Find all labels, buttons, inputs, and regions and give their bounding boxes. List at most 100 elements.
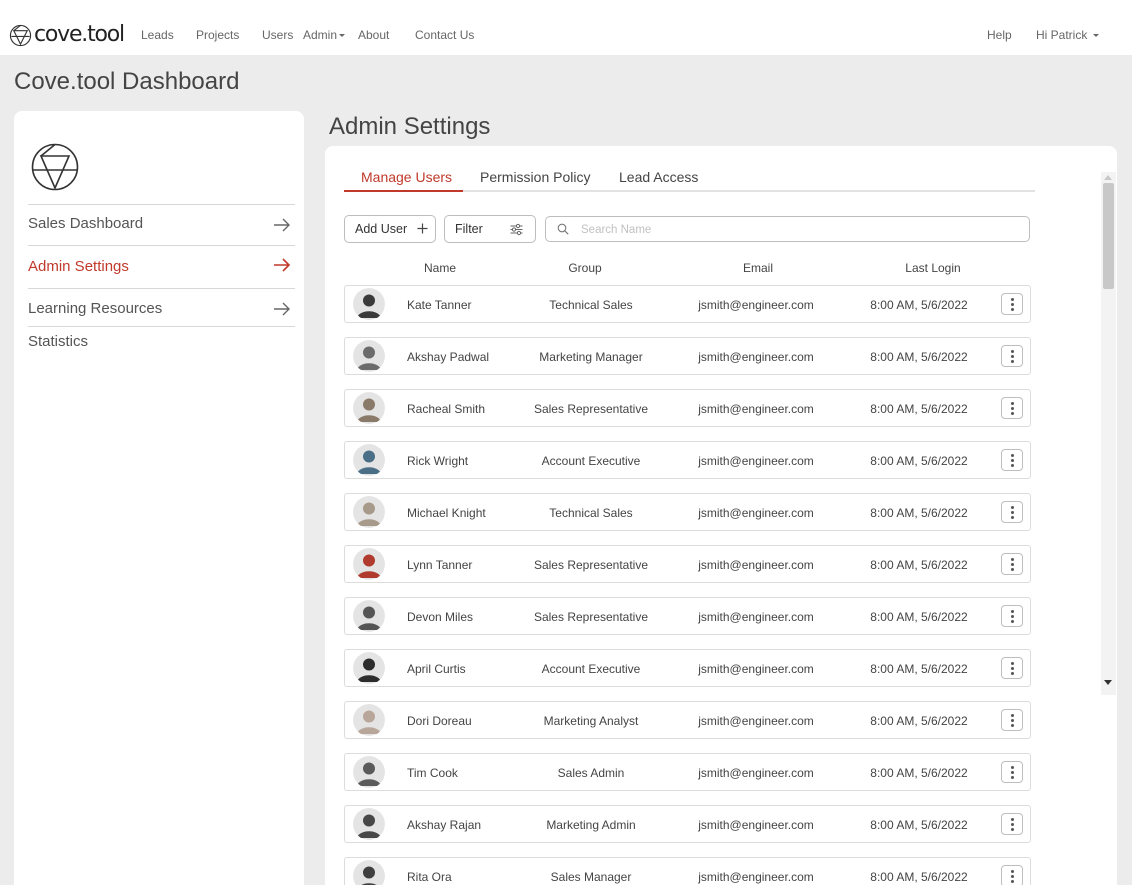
avatar bbox=[353, 652, 385, 684]
row-menu-button[interactable] bbox=[1001, 397, 1023, 419]
filter-label: Filter bbox=[455, 222, 483, 236]
user-group: Sales Representative bbox=[533, 402, 649, 416]
nav-admin-label: Admin bbox=[303, 28, 338, 42]
user-group: Sales Representative bbox=[533, 610, 649, 624]
user-email: jsmith@engineer.com bbox=[698, 298, 814, 312]
row-menu-button[interactable] bbox=[1001, 345, 1023, 367]
scrollbar-thumb[interactable] bbox=[1103, 183, 1114, 289]
row-menu-button[interactable] bbox=[1001, 709, 1023, 731]
nav-about[interactable]: About bbox=[358, 28, 389, 42]
table-row[interactable]: Devon Miles Sales Representative jsmith@en… bbox=[344, 597, 1031, 635]
user-menu[interactable]: Hi Patrick bbox=[1036, 28, 1099, 42]
user-greeting: Hi Patrick bbox=[1036, 28, 1088, 42]
section-title: Admin Settings bbox=[329, 113, 491, 140]
row-menu-button[interactable] bbox=[1001, 865, 1023, 885]
user-last-login: 8:00 AM, 5/6/2022 bbox=[870, 766, 968, 780]
user-group: Marketing Analyst bbox=[543, 714, 639, 728]
row-menu-button[interactable] bbox=[1001, 449, 1023, 471]
sidebar-item-statistics[interactable]: Statistics bbox=[28, 326, 295, 366]
user-name: Michael Knight bbox=[407, 506, 486, 520]
user-email: jsmith@engineer.com bbox=[698, 506, 814, 520]
table-row[interactable]: Racheal Smith Sales Representative jsmith@… bbox=[344, 389, 1031, 427]
table-row[interactable]: Kate Tanner Technical Sales jsmith@enginee… bbox=[344, 285, 1031, 323]
user-email: jsmith@engineer.com bbox=[698, 558, 814, 572]
row-menu-button[interactable] bbox=[1001, 813, 1023, 835]
tab-permission-policy[interactable]: Permission Policy bbox=[480, 169, 590, 186]
add-user-button[interactable]: Add User bbox=[344, 215, 436, 243]
column-header-group: Group bbox=[568, 261, 602, 275]
user-last-login: 8:00 AM, 5/6/2022 bbox=[870, 870, 968, 884]
tab-lead-access[interactable]: Lead Access bbox=[619, 169, 698, 186]
cove-logo-icon bbox=[9, 24, 32, 46]
table-row[interactable]: Lynn Tanner Sales Representative jsmith@en… bbox=[344, 545, 1031, 583]
user-table: Kate Tanner Technical Sales jsmith@enginee… bbox=[344, 285, 1031, 885]
user-last-login: 8:00 AM, 5/6/2022 bbox=[870, 350, 968, 364]
nav-contact-us[interactable]: Contact Us bbox=[415, 28, 474, 42]
column-header-last-login: Last Login bbox=[905, 261, 961, 275]
user-last-login: 8:00 AM, 5/6/2022 bbox=[870, 610, 968, 624]
nav-leads[interactable]: Leads bbox=[141, 28, 174, 42]
table-row[interactable]: Rick Wright Account Executive jsmith@engin… bbox=[344, 441, 1031, 479]
plus-icon bbox=[417, 223, 428, 234]
nav-admin-dropdown[interactable]: Admin bbox=[303, 28, 346, 42]
avatar bbox=[353, 860, 385, 885]
sidebar-item-label: Admin Settings bbox=[28, 258, 129, 275]
avatar bbox=[353, 496, 385, 528]
sidebar-item-learning-resources[interactable]: Learning Resources bbox=[28, 288, 295, 326]
nav-projects[interactable]: Projects bbox=[196, 28, 239, 42]
nav-users[interactable]: Users bbox=[262, 28, 293, 42]
table-row[interactable]: Akshay Padwal Marketing Manager jsmith@eng… bbox=[344, 337, 1031, 375]
column-header-name: Name bbox=[423, 261, 457, 275]
table-row[interactable]: Dori Doreau Marketing Analyst jsmith@engin… bbox=[344, 701, 1031, 739]
table-row[interactable]: Akshay Rajan Marketing Admin jsmith@engine… bbox=[344, 805, 1031, 843]
row-menu-button[interactable] bbox=[1001, 553, 1023, 575]
row-menu-button[interactable] bbox=[1001, 501, 1023, 523]
user-group: Account Executive bbox=[541, 662, 641, 676]
avatar bbox=[353, 600, 385, 632]
user-name: Akshay Padwal bbox=[407, 350, 490, 364]
user-group: Marketing Admin bbox=[546, 818, 636, 832]
scroll-down-icon[interactable] bbox=[1104, 680, 1112, 685]
sidebar-item-sales-dashboard[interactable]: Sales Dashboard bbox=[28, 204, 295, 244]
user-email: jsmith@engineer.com bbox=[698, 870, 814, 884]
brand-logo[interactable]: cove.tool bbox=[9, 22, 125, 48]
user-email: jsmith@engineer.com bbox=[698, 350, 814, 364]
sidebar-item-label: Sales Dashboard bbox=[28, 215, 144, 232]
table-row[interactable]: Michael Knight Technical Sales jsmith@engi… bbox=[344, 493, 1031, 531]
avatar bbox=[353, 756, 385, 788]
user-last-login: 8:00 AM, 5/6/2022 bbox=[870, 454, 968, 468]
row-menu-button[interactable] bbox=[1001, 293, 1023, 315]
sidebar-item-admin-settings[interactable]: Admin Settings bbox=[28, 245, 295, 288]
table-row[interactable]: Rita Ora Sales Manager jsmith@engineer.com… bbox=[344, 857, 1031, 885]
row-menu-button[interactable] bbox=[1001, 657, 1023, 679]
user-last-login: 8:00 AM, 5/6/2022 bbox=[870, 714, 968, 728]
user-name: Akshay Rajan bbox=[407, 818, 482, 832]
admin-settings-card: Manage Users Permission Policy Lead Acce… bbox=[325, 146, 1117, 885]
row-menu-button[interactable] bbox=[1001, 761, 1023, 783]
sidebar-item-label: Statistics bbox=[28, 333, 89, 350]
user-last-login: 8:00 AM, 5/6/2022 bbox=[870, 506, 968, 520]
avatar bbox=[353, 444, 385, 476]
search-input[interactable] bbox=[581, 221, 1011, 238]
user-name: Kate Tanner bbox=[407, 298, 472, 312]
active-tab-indicator bbox=[344, 190, 463, 192]
arrow-right-icon bbox=[274, 258, 291, 272]
nav-help[interactable]: Help bbox=[987, 28, 1012, 42]
filter-button[interactable]: Filter bbox=[444, 215, 536, 243]
user-group: Sales Admin bbox=[557, 766, 625, 780]
scrollbar[interactable] bbox=[1101, 172, 1116, 695]
row-menu-button[interactable] bbox=[1001, 605, 1023, 627]
user-name: Rick Wright bbox=[407, 454, 469, 468]
user-name: April Curtis bbox=[407, 662, 466, 676]
user-email: jsmith@engineer.com bbox=[698, 714, 814, 728]
scroll-up-icon[interactable] bbox=[1104, 175, 1112, 180]
table-row[interactable]: Tim Cook Sales Admin jsmith@engineer.com 8:… bbox=[344, 753, 1031, 791]
user-group: Technical Sales bbox=[549, 298, 633, 312]
sliders-icon bbox=[510, 223, 523, 236]
arrow-right-icon bbox=[274, 302, 290, 316]
tab-bar: Manage Users Permission Policy Lead Acce… bbox=[344, 162, 1035, 192]
user-email: jsmith@engineer.com bbox=[698, 402, 814, 416]
cove-logo-icon bbox=[31, 143, 79, 191]
tab-manage-users[interactable]: Manage Users bbox=[361, 169, 452, 186]
table-row[interactable]: April Curtis Account Executive jsmith@engi… bbox=[344, 649, 1031, 687]
